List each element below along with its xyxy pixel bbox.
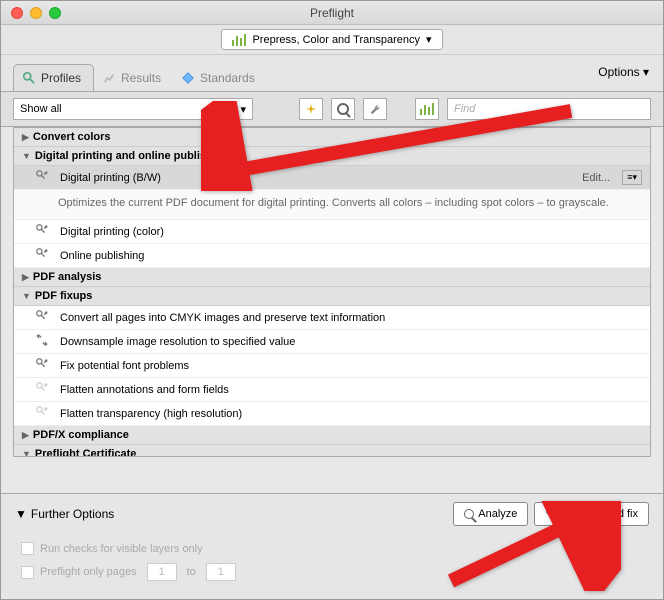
group-pdfx-compliance[interactable]: ▶PDF/X compliance xyxy=(14,426,650,445)
wrench-icon xyxy=(34,357,52,374)
chevron-right-icon: ▶ xyxy=(22,272,29,283)
wrench-icon xyxy=(34,223,52,240)
item-flatten-annotations[interactable]: Flatten annotations and form fields xyxy=(14,378,650,402)
library-row: Prepress, Color and Transparency ▾ xyxy=(1,25,663,55)
edit-button[interactable]: Edit... xyxy=(582,172,614,184)
chevron-down-icon: ▼ xyxy=(15,507,27,521)
sparkle-icon xyxy=(304,102,318,116)
preflight-window: Preflight Prepress, Color and Transparen… xyxy=(0,0,664,600)
group-digital-printing[interactable]: ▼Digital printing and online publishing xyxy=(14,147,650,166)
chevron-down-icon: ▾ xyxy=(426,33,432,46)
further-options-toggle[interactable]: ▼Further Options xyxy=(15,507,114,521)
profile-list[interactable]: ▶Convert colors ▼Digital printing and on… xyxy=(13,127,651,457)
tab-profiles[interactable]: Profiles xyxy=(13,64,94,91)
wrench-icon xyxy=(34,381,52,398)
wrench-icon xyxy=(368,102,382,116)
chevron-down-icon: ▾ xyxy=(643,65,649,79)
preflight-pages-row: Preflight only pages 1 to 1 xyxy=(15,559,649,585)
arrows-icon xyxy=(34,333,52,350)
analyze-button[interactable]: Analyze xyxy=(453,502,528,526)
wrench-search-icon xyxy=(545,507,559,521)
page-from-input[interactable]: 1 xyxy=(147,563,177,581)
chevron-down-icon: ▼ xyxy=(22,291,31,301)
search-icon xyxy=(337,103,349,115)
group-pdf-analysis[interactable]: ▶PDF analysis xyxy=(14,268,650,287)
pages-checkbox[interactable] xyxy=(21,566,34,579)
tab-results[interactable]: Results xyxy=(94,65,173,91)
item-flatten-transparency[interactable]: Flatten transparency (high resolution) xyxy=(14,402,650,426)
chevron-down-icon: ▼ xyxy=(22,151,31,161)
item-online-publishing[interactable]: Online publishing xyxy=(14,244,650,268)
profiles-icon xyxy=(22,71,36,85)
search-icon xyxy=(464,509,474,519)
chevron-down-icon: ▼ xyxy=(22,449,31,457)
search-button[interactable] xyxy=(331,98,355,120)
window-title: Preflight xyxy=(1,6,663,20)
group-pdf-fixups[interactable]: ▼PDF fixups xyxy=(14,287,650,306)
toolbar: Show all ▾ Find xyxy=(1,91,663,127)
group-preflight-certificate[interactable]: ▼Preflight Certificate xyxy=(14,445,650,457)
chevron-down-icon: ▾ xyxy=(240,103,246,116)
wrench-icon xyxy=(34,405,52,422)
bars-icon xyxy=(232,34,246,46)
bottom-panel: ▼Further Options Analyze Analyze and fix… xyxy=(1,493,663,599)
chevron-right-icon: ▶ xyxy=(22,430,29,441)
settings-button[interactable] xyxy=(363,98,387,120)
menu-icon[interactable]: ≡▾ xyxy=(622,170,642,185)
checks-panel: Run checks for visible layers only Prefl… xyxy=(15,538,649,585)
library-dropdown[interactable]: Prepress, Color and Transparency ▾ xyxy=(221,29,442,50)
tab-standards[interactable]: Standards xyxy=(173,65,267,91)
tab-bar: Profiles Results Standards Options ▾ xyxy=(1,55,663,91)
filter-dropdown[interactable]: Show all ▾ xyxy=(13,98,253,120)
view-button[interactable] xyxy=(415,98,439,120)
group-convert-colors[interactable]: ▶Convert colors xyxy=(14,128,650,147)
new-profile-button[interactable] xyxy=(299,98,323,120)
item-digital-bw[interactable]: Digital printing (B/W) Edit... ≡▾ xyxy=(14,166,650,190)
chevron-right-icon: ▶ xyxy=(22,132,29,143)
options-dropdown[interactable]: Options ▾ xyxy=(598,65,649,79)
item-fix-fonts[interactable]: Fix potential font problems xyxy=(14,354,650,378)
analyze-and-fix-button[interactable]: Analyze and fix xyxy=(534,502,649,526)
wrench-icon xyxy=(34,247,52,264)
page-to-input[interactable]: 1 xyxy=(206,563,236,581)
item-downsample[interactable]: Downsample image resolution to specified… xyxy=(14,330,650,354)
visible-layers-checkbox[interactable] xyxy=(21,542,34,555)
item-description: Optimizes the current PDF document for d… xyxy=(14,190,650,220)
titlebar: Preflight xyxy=(1,1,663,25)
bars-icon xyxy=(420,103,434,115)
item-cmyk-convert[interactable]: Convert all pages into CMYK images and p… xyxy=(14,306,650,330)
run-checks-row: Run checks for visible layers only xyxy=(15,538,649,559)
standards-icon xyxy=(181,71,195,85)
library-label: Prepress, Color and Transparency xyxy=(252,34,420,46)
wrench-icon xyxy=(34,169,52,186)
find-input[interactable]: Find xyxy=(447,98,651,120)
wrench-icon xyxy=(34,309,52,326)
results-icon xyxy=(102,71,116,85)
item-digital-color[interactable]: Digital printing (color) xyxy=(14,220,650,244)
